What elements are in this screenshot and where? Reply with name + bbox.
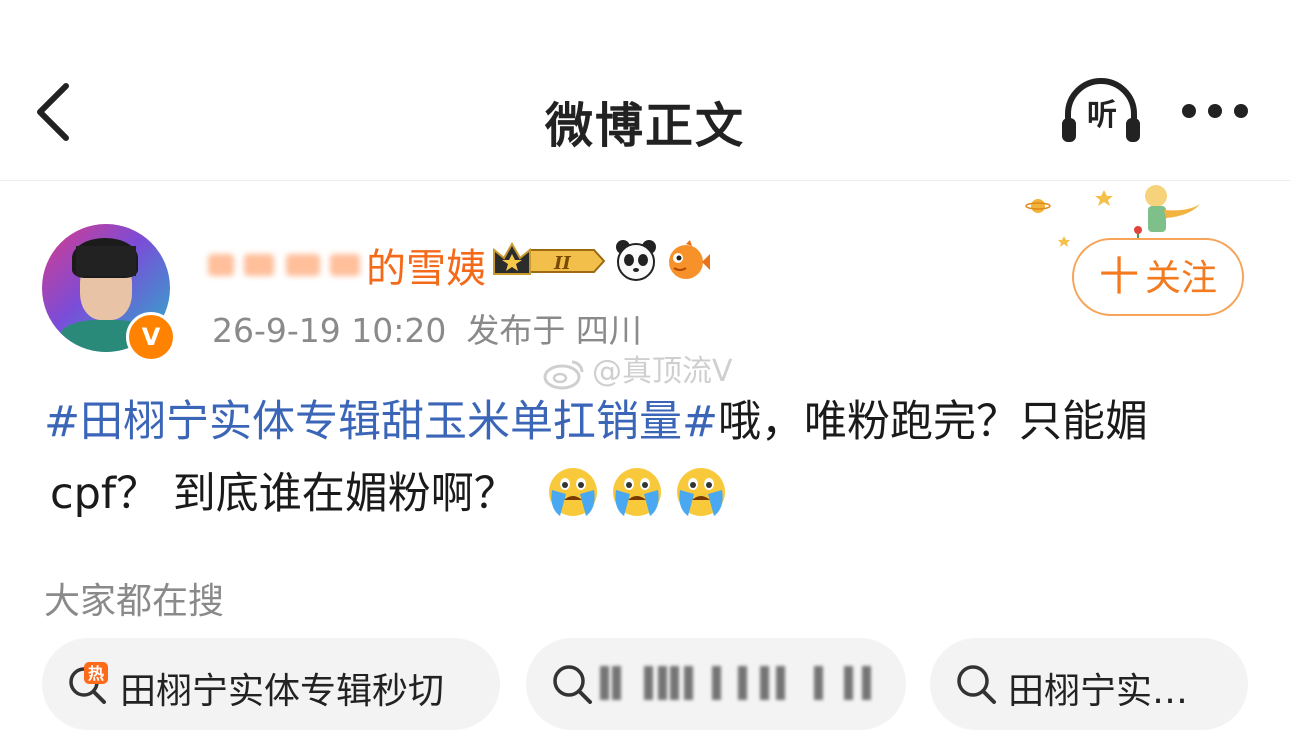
more-dot-icon [1208, 104, 1222, 118]
panda-icon [616, 240, 656, 281]
crying-emoji-icon [677, 468, 726, 516]
search-icon [553, 665, 592, 704]
post-text-line-2: cpf？ 到底谁在媚粉啊？ [44, 458, 1254, 530]
avatar-mosaic [76, 246, 136, 276]
hot-search-text: 田栩宁实体专辑秒切 [120, 671, 445, 712]
username[interactable]: 的雪姨 [366, 236, 486, 294]
post-text-line-1: #田栩宁实体专辑甜玉米单扛销量#哦，唯粉跑完？只能媚 [44, 386, 1254, 458]
post-text: #田栩宁实体专辑甜玉米单扛销量#哦，唯粉跑完？只能媚 cpf？ 到底谁在媚粉啊？ [44, 386, 1254, 530]
crying-emoji-icon [549, 468, 598, 516]
search-icon [957, 665, 996, 704]
crown-icon: II [493, 241, 606, 275]
hot-search-chip[interactable]: 田栩宁实… [930, 638, 1248, 730]
vip-crown-badge: II [490, 240, 606, 282]
watermark: @真顶流V [542, 346, 733, 390]
post-text-part-1: 哦，唯粉跑完？只能媚 [718, 397, 1149, 447]
post-text-part-2: cpf？ 到底谁在媚粉啊？ [50, 469, 517, 519]
hot-search-chip[interactable]: 热 田栩宁实体专辑秒切 [42, 638, 500, 730]
post-timestamp: 26-9-19 10:20 [212, 311, 447, 350]
plus-icon: 十 [1098, 254, 1139, 300]
listen-button[interactable]: 听 [1058, 78, 1144, 146]
post-location: 发布于 四川 [466, 311, 642, 350]
username-redacted [204, 244, 366, 284]
post-meta: 26-9-19 10:20 发布于 四川 [212, 304, 642, 352]
hot-search-label: 大家都在搜 [44, 581, 225, 622]
more-dot-icon [1234, 104, 1248, 118]
more-dot-icon [1182, 104, 1196, 118]
watermark-text: @真顶流V [592, 354, 733, 389]
more-options-button[interactable] [1178, 100, 1250, 124]
weibo-logo-icon [543, 360, 584, 389]
vip-level: II [553, 253, 571, 274]
verified-badge-icon: V [126, 312, 176, 362]
topic-hashtag-link[interactable]: #田栩宁实体专辑甜玉米单扛销量# [44, 397, 718, 447]
hot-badge-text: 热 [88, 664, 104, 683]
follow-button[interactable]: 十关注 [1072, 238, 1244, 316]
listen-label: 听 [1087, 98, 1117, 133]
hot-search-icon: 热 [69, 662, 108, 704]
follow-label: 关注 [1144, 258, 1217, 299]
hot-search-text: 田栩宁实… [1008, 671, 1189, 712]
nav-bar: 微博正文 听 [0, 0, 1290, 181]
hot-search-text-redacted [600, 666, 900, 702]
crying-emoji-icon [613, 468, 662, 516]
hot-search-chip[interactable] [526, 638, 906, 730]
pufferfish-icon [669, 240, 710, 279]
